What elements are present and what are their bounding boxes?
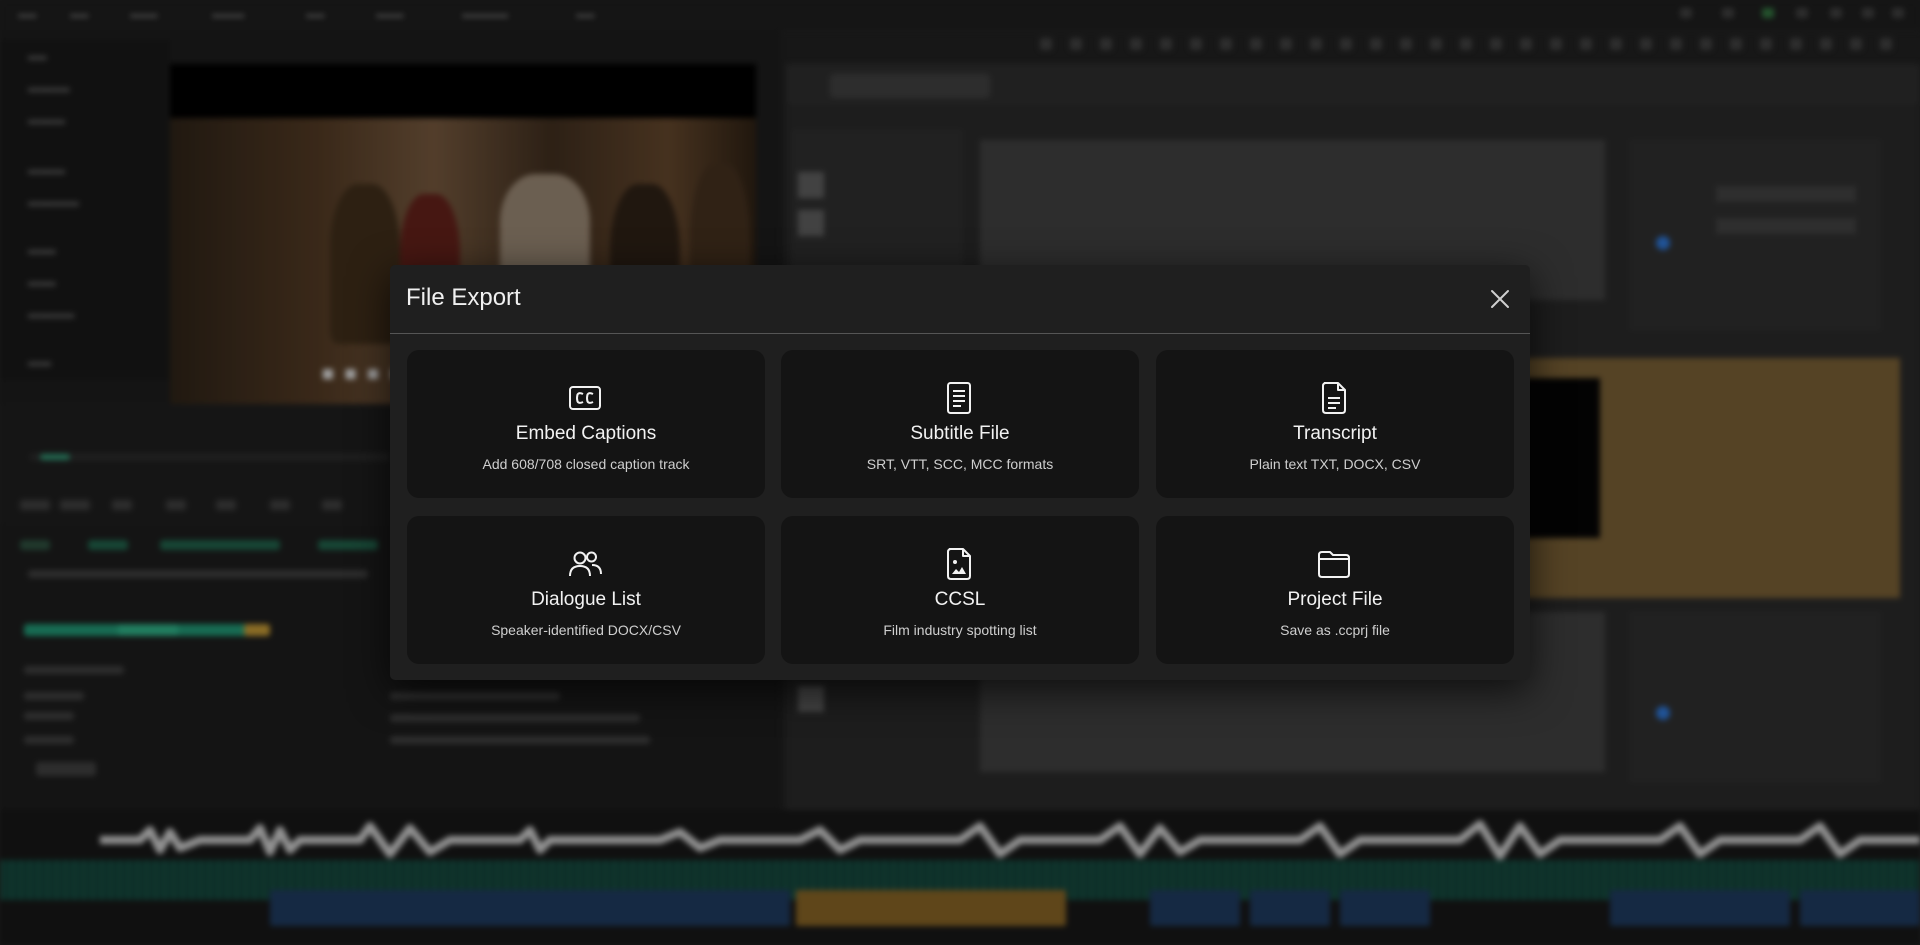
document-image-icon [941,546,977,582]
ccsl-option[interactable]: CCSL Film industry spotting list [781,516,1139,664]
option-title: Embed Captions [515,423,657,444]
folder-icon [1316,546,1352,582]
option-description: Add 608/708 closed caption track [482,456,690,472]
option-title: Dialogue List [531,589,641,610]
option-description: Plain text TXT, DOCX, CSV [1249,456,1421,472]
subtitle-file-option[interactable]: Subtitle File SRT, VTT, SCC, MCC formats [781,350,1139,498]
embed-captions-option[interactable]: Embed Captions Add 608/708 closed captio… [407,350,765,498]
dialog-title: File Export [406,284,521,311]
document-text-icon [1316,380,1352,416]
file-export-dialog: File Export Embed Captions Add 608/708 c… [390,265,1530,680]
transcript-option[interactable]: Transcript Plain text TXT, DOCX, CSV [1156,350,1514,498]
option-description: Film industry spotting list [883,622,1037,638]
option-description: Speaker-identified DOCX/CSV [491,622,681,638]
option-title: Transcript [1293,423,1377,444]
closed-captions-icon [567,380,603,416]
option-title: CCSL [934,589,986,610]
users-icon [567,546,603,582]
close-icon [1491,290,1509,308]
project-file-option[interactable]: Project File Save as .ccprj file [1156,516,1514,664]
option-description: SRT, VTT, SCC, MCC formats [866,456,1054,472]
option-title: Project File [1287,589,1383,610]
document-lines-icon [941,380,977,416]
dialog-header: File Export [390,265,1530,334]
close-button[interactable] [1488,287,1512,311]
option-title: Subtitle File [910,423,1010,444]
dialogue-list-option[interactable]: Dialogue List Speaker-identified DOCX/CS… [407,516,765,664]
option-description: Save as .ccprj file [1280,622,1390,638]
